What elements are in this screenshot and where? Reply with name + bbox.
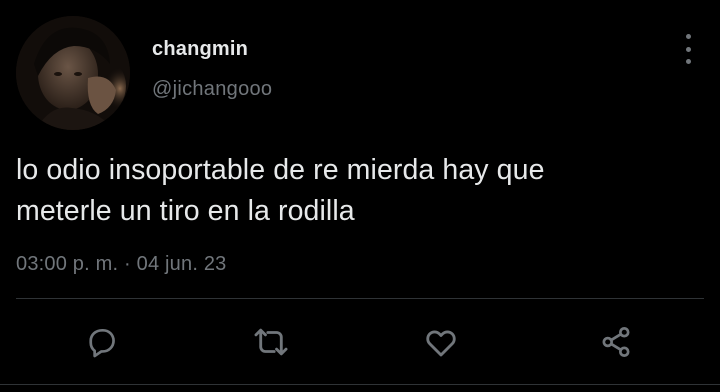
retweet-icon [254,328,288,356]
more-dot [685,34,691,39]
like-button[interactable] [421,322,461,362]
more-options-icon[interactable] [676,34,700,64]
tweet-text: lo odio insoportable de re mierda hay qu… [16,150,696,232]
divider [16,298,704,299]
more-dot [685,59,691,64]
speech-bubble-icon [89,328,115,358]
heart-icon [426,330,456,357]
avatar[interactable] [16,16,130,130]
bottom-divider [0,384,720,385]
tweet-text-line-2: meterle un tiro en la rodilla [16,195,355,227]
retweet-button[interactable] [251,322,291,362]
display-name[interactable]: changmin [152,38,248,61]
tweet-timestamp[interactable]: 03:00 p. m. · 04 jun. 23 [16,253,226,276]
tweet: changmin @jichangooo lo odio insoportabl… [0,0,720,392]
share-button[interactable] [596,322,636,362]
reply-button[interactable] [82,322,122,362]
avatar-image [16,16,130,130]
tweet-text-line-1: lo odio insoportable de re mierda hay qu… [16,154,545,186]
share-icon [602,327,630,357]
action-bar [0,318,720,366]
more-dot [685,46,691,52]
user-handle[interactable]: @jichangooo [152,78,272,101]
